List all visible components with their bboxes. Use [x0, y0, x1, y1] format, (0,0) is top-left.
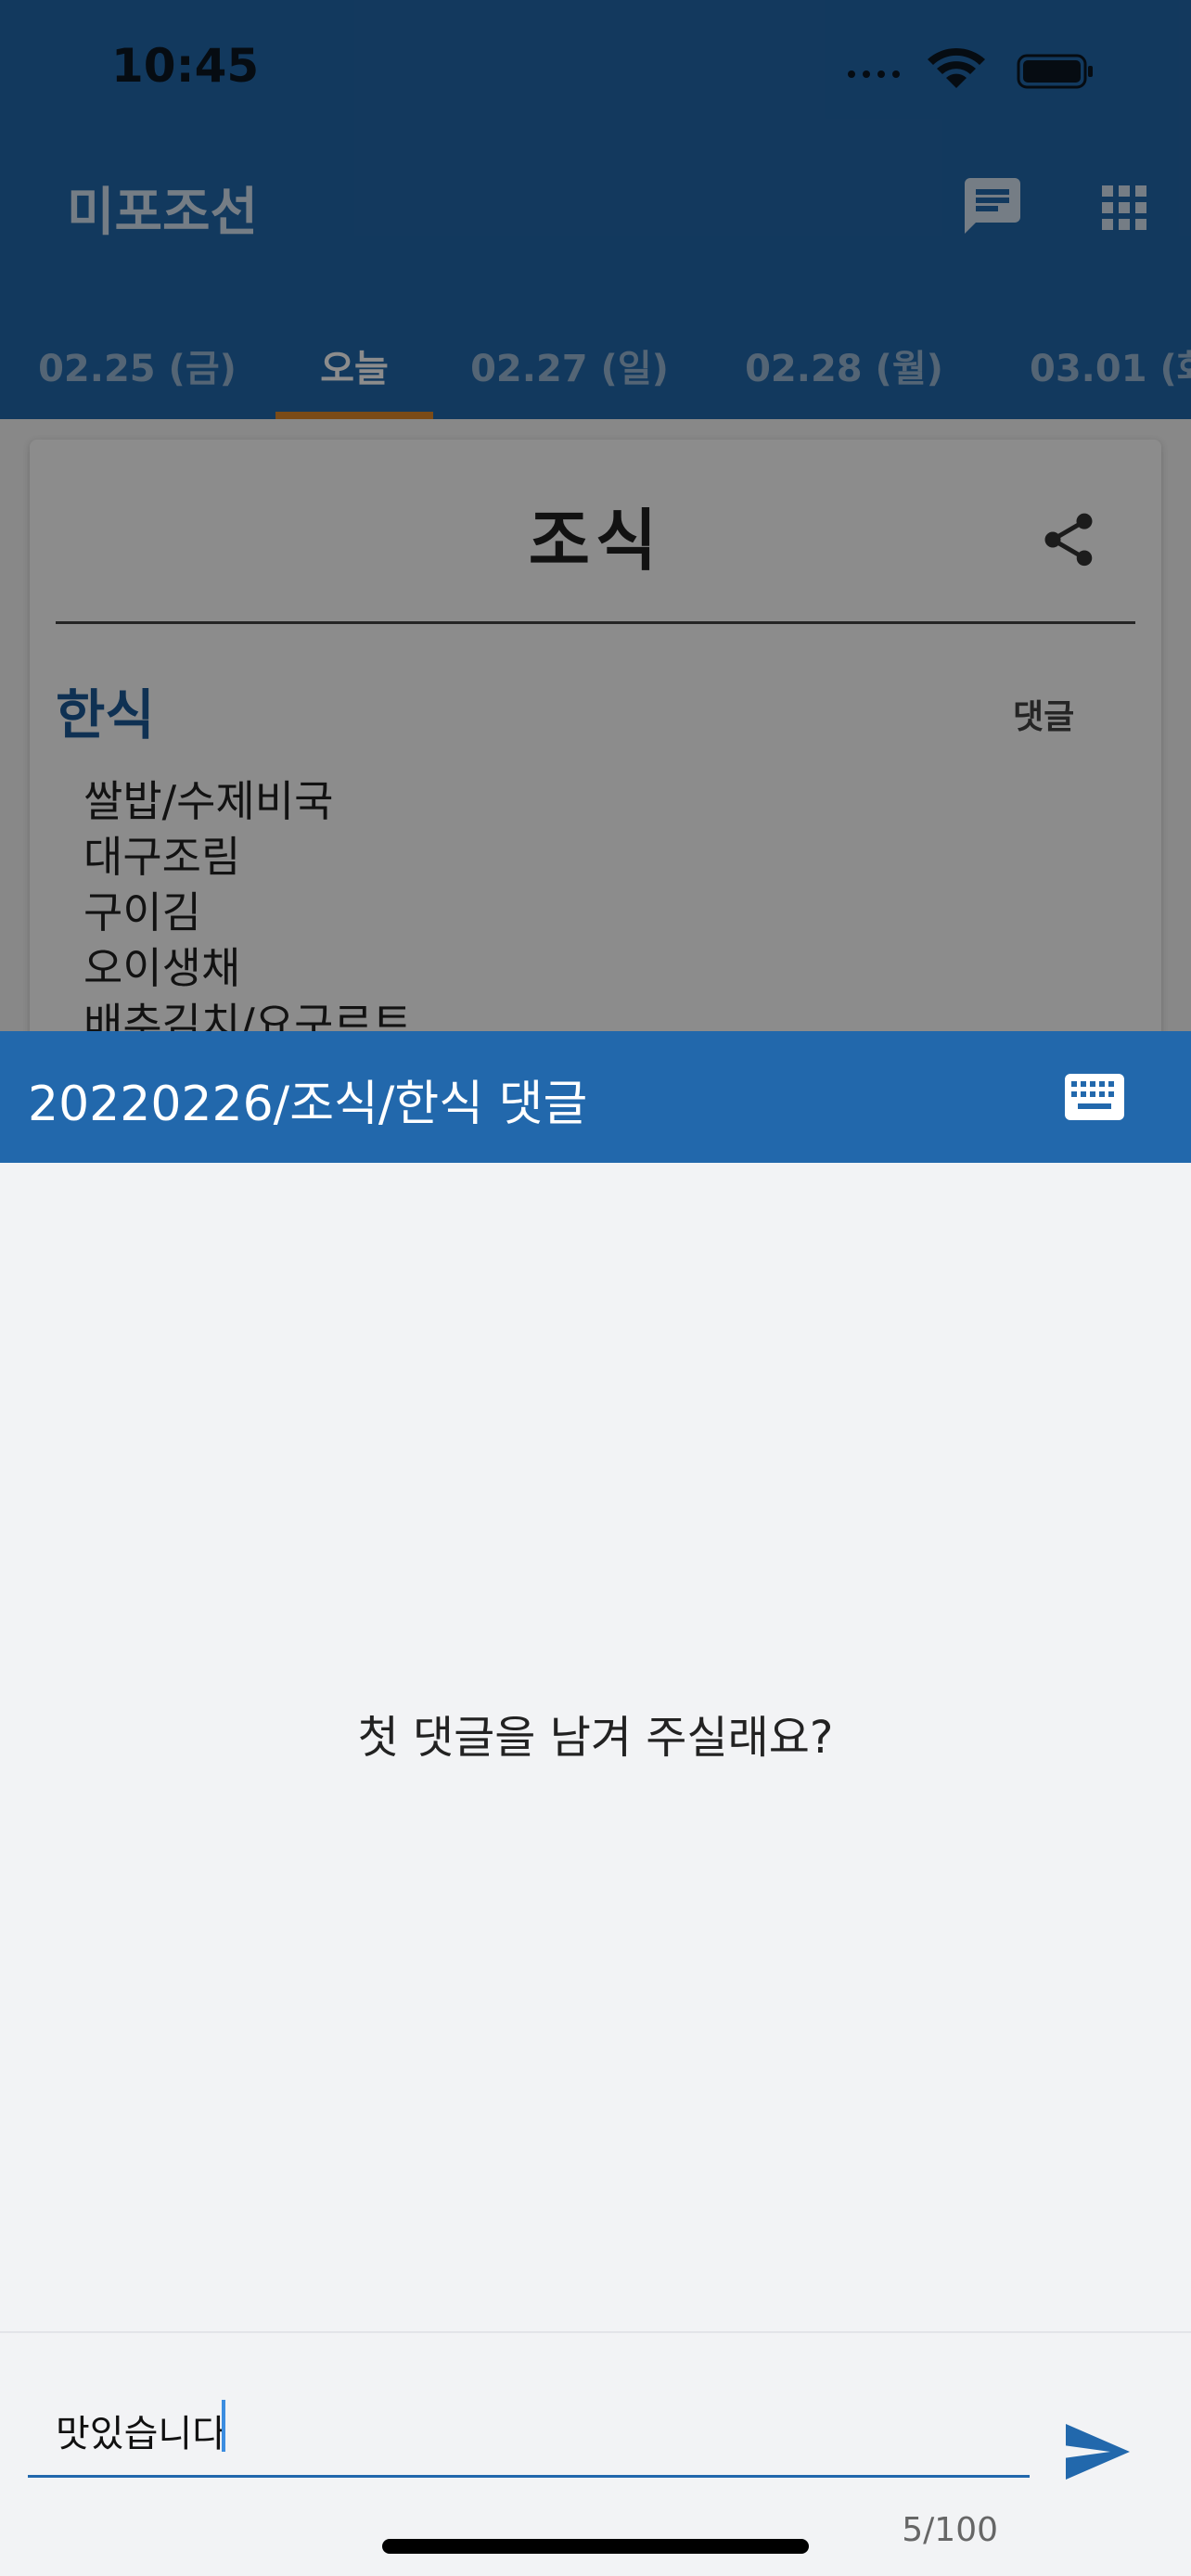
keyboard-icon[interactable] — [1065, 1074, 1124, 1120]
comment-sheet-title: 20220226/조식/한식 댓글 — [28, 1077, 588, 1132]
comment-sheet-header: 20220226/조식/한식 댓글 — [0, 1031, 1191, 1163]
send-icon[interactable] — [1063, 2424, 1130, 2480]
comment-input[interactable] — [28, 2385, 1030, 2478]
empty-comments-message: 첫 댓글을 남겨 주실래요? — [357, 1712, 834, 1764]
comment-list: 첫 댓글을 남겨 주실래요? — [0, 1163, 1191, 2331]
home-indicator[interactable] — [382, 2539, 809, 2554]
modal-scrim[interactable] — [0, 0, 1191, 1031]
char-counter: 5/100 — [902, 2511, 998, 2549]
text-cursor — [222, 2400, 225, 2452]
